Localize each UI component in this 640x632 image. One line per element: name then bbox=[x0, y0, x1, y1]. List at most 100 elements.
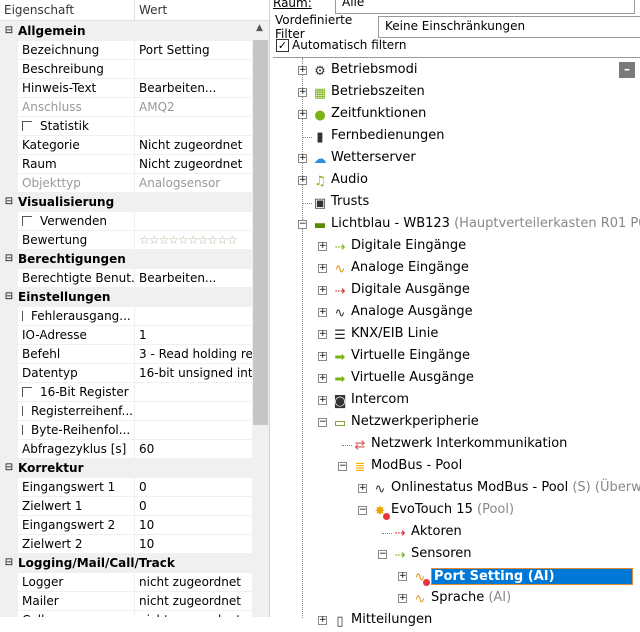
property-value[interactable]: 0 bbox=[135, 496, 252, 515]
property-row[interactable]: Mailer nicht zugeordnet bbox=[0, 591, 252, 610]
tree-node-label[interactable]: Aktoren bbox=[411, 524, 462, 539]
property-row[interactable]: Verwenden bbox=[0, 211, 252, 230]
tree-node[interactable]: + ⚙ Betriebsmodi bbox=[273, 60, 640, 82]
property-value[interactable] bbox=[135, 59, 252, 78]
tree-node-label[interactable]: Betriebsmodi bbox=[331, 62, 417, 77]
tree-node-label[interactable]: Digitale Ausgänge bbox=[351, 282, 470, 297]
tree-node-label[interactable]: Fernbedienungen bbox=[331, 128, 444, 143]
property-row[interactable]: Kategorie Nicht zugeordnet bbox=[0, 135, 252, 154]
collapse-icon[interactable]: ⊟ bbox=[0, 25, 18, 36]
property-value[interactable]: 3 - Read holding re... bbox=[135, 344, 252, 363]
property-value[interactable]: Bearbeiten... bbox=[135, 268, 252, 287]
expand-icon[interactable]: + bbox=[318, 330, 327, 339]
rating-stars[interactable]: ☆☆☆☆☆☆☆☆☆☆ bbox=[135, 230, 252, 249]
property-row[interactable]: 16-Bit Register bbox=[0, 382, 252, 401]
tree-node[interactable]: ▮ Fernbedienungen bbox=[273, 126, 640, 148]
property-row[interactable]: Hinweis-Text Bearbeiten... bbox=[0, 78, 252, 97]
tree-node[interactable]: − ≣ ModBus - Pool bbox=[273, 456, 640, 478]
tree-node[interactable]: − ▭ Netzwerkperipherie bbox=[273, 412, 640, 434]
tree-node[interactable]: + ➡ Virtuelle Eingänge bbox=[273, 346, 640, 368]
tree-node-label[interactable]: Sprache (AI) bbox=[431, 590, 511, 605]
property-row[interactable]: Berechtigte Benut... Bearbeiten... bbox=[0, 268, 252, 287]
property-value[interactable] bbox=[135, 211, 252, 230]
property-row[interactable]: Registerreihenf... bbox=[0, 401, 252, 420]
tree-node[interactable]: + ♫ Audio bbox=[273, 170, 640, 192]
property-value[interactable]: nicht zugeordnet bbox=[135, 610, 252, 617]
tree-node[interactable]: − ▬ Lichtblau - WB123 (Hauptverteilerkaste… bbox=[273, 214, 640, 236]
property-row[interactable]: IO-Adresse 1 bbox=[0, 325, 252, 344]
property-row[interactable]: Abfragezyklus [s] 60 bbox=[0, 439, 252, 458]
category-korrektur[interactable]: ⊟ Korrektur bbox=[0, 458, 252, 477]
tree-node-label[interactable]: EvoTouch 15 (Pool) bbox=[391, 502, 514, 517]
checkbox[interactable] bbox=[22, 405, 23, 416]
property-value[interactable]: 1 bbox=[135, 325, 252, 344]
property-row[interactable]: Bezeichnung Port Setting bbox=[0, 40, 252, 59]
expand-icon[interactable]: + bbox=[318, 374, 327, 383]
expand-icon[interactable]: + bbox=[318, 396, 327, 405]
property-value[interactable]: 10 bbox=[135, 534, 252, 553]
tree-node-label[interactable]: Intercom bbox=[351, 392, 409, 407]
collapse-icon[interactable]: − bbox=[318, 418, 327, 427]
tree-node[interactable]: + ∿ Sprache (AI) bbox=[273, 588, 640, 610]
tree-node[interactable]: + ➡ Virtuelle Ausgänge bbox=[273, 368, 640, 390]
property-row[interactable]: Datentyp 16-bit unsigned int... bbox=[0, 363, 252, 382]
tree-node[interactable]: ⇄ Netzwerk Interkommunikation bbox=[273, 434, 640, 456]
expand-icon[interactable]: + bbox=[318, 308, 327, 317]
expand-icon[interactable]: + bbox=[298, 66, 307, 75]
property-value[interactable]: 10 bbox=[135, 515, 252, 534]
checkbox[interactable] bbox=[22, 120, 32, 131]
tree-node-label[interactable]: Digitale Eingänge bbox=[351, 238, 466, 253]
tree-node[interactable]: ▣ Trusts bbox=[273, 192, 640, 214]
tree-node-label[interactable]: Netzwerkperipherie bbox=[351, 414, 479, 429]
property-value[interactable] bbox=[135, 306, 252, 325]
property-row[interactable]: Zielwert 10 bbox=[0, 496, 252, 515]
checkbox[interactable] bbox=[22, 386, 32, 397]
property-value[interactable]: Port Setting bbox=[135, 40, 252, 59]
property-value[interactable]: Bearbeiten... bbox=[135, 78, 252, 97]
collapse-icon[interactable]: − bbox=[358, 506, 367, 515]
checkbox-checked-icon[interactable]: ✓ bbox=[276, 38, 289, 52]
column-header-value[interactable]: Wert bbox=[135, 0, 171, 20]
checkbox[interactable] bbox=[22, 310, 23, 321]
collapse-icon[interactable]: ⊟ bbox=[0, 291, 18, 302]
tree-node[interactable]: − ⇢ Sensoren bbox=[273, 544, 640, 566]
property-row[interactable]: Objekttyp Analogsensor bbox=[0, 173, 252, 192]
category-logging-mail-call-track[interactable]: ⊟ Logging/Mail/Call/Track bbox=[0, 553, 252, 572]
category-einstellungen[interactable]: ⊟ Einstellungen bbox=[0, 287, 252, 306]
property-value[interactable]: Nicht zugeordnet bbox=[135, 135, 252, 154]
tree-node-label[interactable]: KNX/EIB Linie bbox=[351, 326, 438, 341]
property-row[interactable]: Anschluss AMQ2 bbox=[0, 97, 252, 116]
collapse-icon[interactable]: ⊟ bbox=[0, 462, 18, 473]
tree-node[interactable]: + ☁ Wetterserver bbox=[273, 148, 640, 170]
tree-node[interactable]: + ∿ Analoge Eingänge bbox=[273, 258, 640, 280]
checkbox[interactable] bbox=[22, 424, 23, 435]
property-value[interactable]: nicht zugeordnet bbox=[135, 572, 252, 591]
property-value[interactable] bbox=[135, 420, 252, 439]
tree-node-label[interactable]: Audio bbox=[331, 172, 368, 187]
collapse-icon[interactable]: ⊟ bbox=[0, 557, 18, 568]
category-visualisierung[interactable]: ⊟ Visualisierung bbox=[0, 192, 252, 211]
expand-icon[interactable]: + bbox=[398, 594, 407, 603]
property-row[interactable]: Callernicht zugeordnet bbox=[0, 610, 252, 617]
property-row[interactable]: Eingangswert 10 bbox=[0, 477, 252, 496]
tree-node[interactable]: ⇢ Aktoren bbox=[273, 522, 640, 544]
tree-node-label[interactable]: Netzwerk Interkommunikation bbox=[371, 436, 567, 451]
category-allgemein[interactable]: ⊟ Allgemein bbox=[0, 21, 252, 40]
tree-node[interactable]: + ∿ Onlinestatus ModBus - Pool (S) (Überwa bbox=[273, 478, 640, 500]
expand-icon[interactable]: + bbox=[318, 242, 327, 251]
expand-icon[interactable]: + bbox=[298, 110, 307, 119]
tree-node[interactable]: + ∿ Analoge Ausgänge bbox=[273, 302, 640, 324]
property-row[interactable]: Statistik bbox=[0, 116, 252, 135]
property-row[interactable]: Logger nicht zugeordnet bbox=[0, 572, 252, 591]
property-row[interactable]: Byte-Reihenfol... bbox=[0, 420, 252, 439]
tree-node[interactable]: + ☰ KNX/EIB Linie bbox=[273, 324, 640, 346]
column-header-property[interactable]: Eigenschaft bbox=[0, 0, 135, 20]
tree-node[interactable]: + ⇢ Digitale Ausgänge bbox=[273, 280, 640, 302]
tree-node-label[interactable]: Lichtblau - WB123 (Hauptverteilerkasten … bbox=[331, 216, 640, 231]
property-row[interactable]: Bewertung ☆☆☆☆☆☆☆☆☆☆ bbox=[0, 230, 252, 249]
expand-icon[interactable]: + bbox=[298, 88, 307, 97]
property-row[interactable]: Befehl 3 - Read holding re... bbox=[0, 344, 252, 363]
collapse-icon[interactable]: − bbox=[298, 220, 307, 229]
collapse-all-button[interactable]: – bbox=[619, 62, 635, 78]
property-row[interactable]: Raum Nicht zugeordnet bbox=[0, 154, 252, 173]
